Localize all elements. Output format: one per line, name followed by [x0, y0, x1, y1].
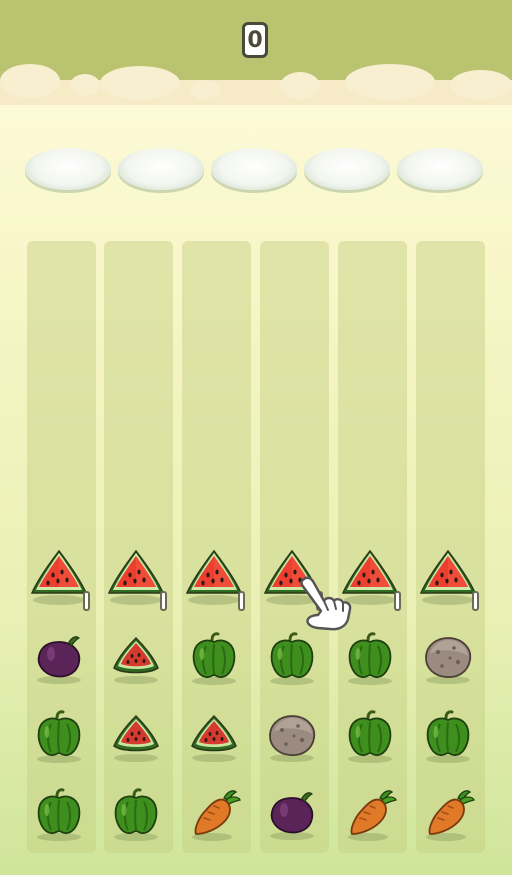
stack-count-badge: [238, 591, 245, 611]
plate-slot: [25, 148, 111, 190]
carrot-icon: [340, 784, 400, 844]
watermelon-slice-icon: [106, 706, 166, 766]
potato-icon: [262, 706, 322, 766]
score-display: 0: [242, 22, 268, 58]
watermelon-slice-icon: [106, 628, 166, 688]
plate-slot: [304, 148, 390, 190]
cream-blob: [345, 64, 435, 100]
watermelon-slice-icon: [184, 706, 244, 766]
pepper-icon: [262, 628, 322, 688]
cream-blob: [0, 64, 60, 98]
carrot-icon: [418, 784, 478, 844]
pepper-icon: [418, 706, 478, 766]
cream-blob: [190, 80, 220, 100]
carrot-icon: [184, 784, 244, 844]
header-banner: 0: [0, 0, 512, 105]
cream-blob: [450, 70, 512, 100]
watermelon-icon[interactable]: [106, 547, 166, 607]
plate-slot: [397, 148, 483, 190]
plate-slot: [118, 148, 204, 190]
watermelon-icon[interactable]: [29, 547, 89, 607]
watermelon-icon[interactable]: [418, 547, 478, 607]
pepper-icon: [340, 628, 400, 688]
cream-blob: [100, 66, 180, 100]
pepper-icon: [29, 706, 89, 766]
potato-icon: [418, 628, 478, 688]
pepper-icon: [340, 706, 400, 766]
watermelon-icon[interactable]: [184, 547, 244, 607]
score-value: 0: [247, 27, 263, 53]
stack-count-badge: [160, 591, 167, 611]
eggplant-icon: [262, 784, 322, 844]
cream-blob: [70, 74, 100, 96]
plate-slot: [211, 148, 297, 190]
pepper-icon: [106, 784, 166, 844]
eggplant-icon: [29, 628, 89, 688]
pepper-icon: [29, 784, 89, 844]
stack-count-badge: [394, 591, 401, 611]
stack-count-badge: [83, 591, 90, 611]
stack-count-badge: [472, 591, 479, 611]
pointing-hand-icon: [300, 576, 352, 631]
pepper-icon: [184, 628, 244, 688]
cream-blob: [280, 72, 320, 100]
